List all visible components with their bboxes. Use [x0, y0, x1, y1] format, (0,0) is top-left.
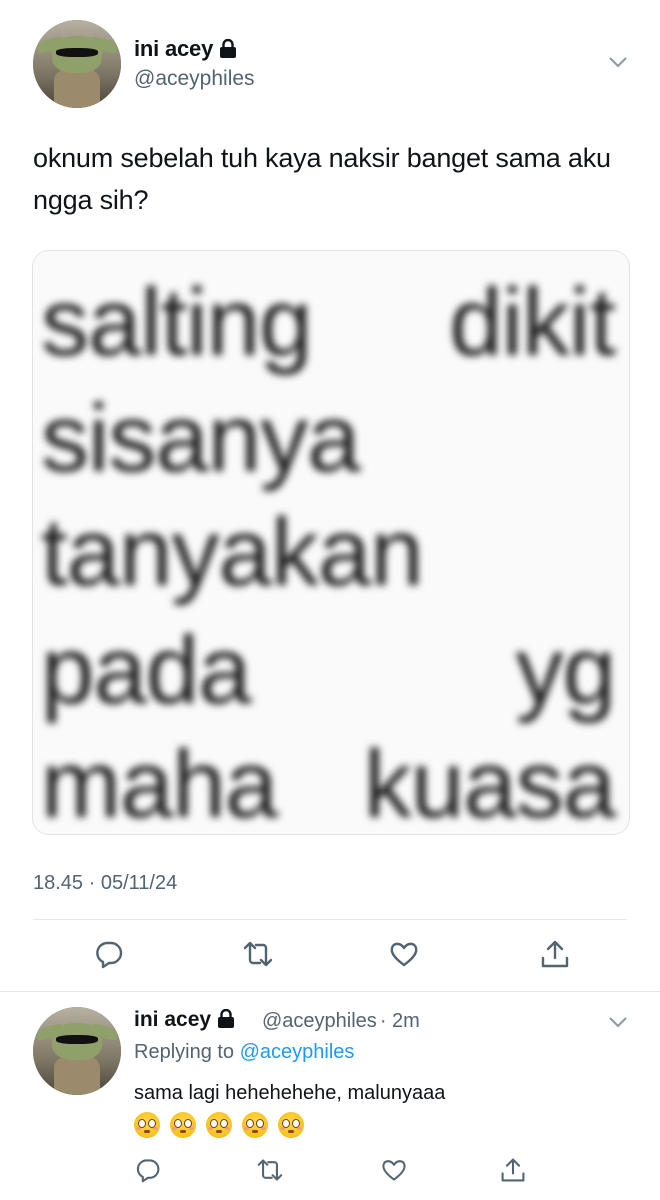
chevron-down-icon[interactable] [608, 1016, 628, 1028]
flushed-face-emoji [134, 1112, 160, 1138]
author-avatar[interactable] [33, 20, 121, 108]
retweet-button[interactable] [257, 1157, 283, 1183]
flushed-face-emoji [170, 1112, 196, 1138]
author-name-row[interactable]: ini acey [134, 36, 237, 62]
meme-word: kuasa [363, 731, 616, 835]
emoji-row [134, 1112, 314, 1138]
meme-word: dikit [449, 269, 616, 376]
meme-word: maha [41, 731, 278, 835]
reply-author-name-row[interactable]: ini acey [134, 1008, 235, 1032]
retweet-icon [257, 1159, 283, 1181]
reply-author-handle[interactable]: @aceyphiles [262, 1010, 377, 1032]
meme-word: sisanya [41, 385, 360, 492]
share-button[interactable] [540, 939, 570, 969]
meme-line: salting dikit [41, 269, 616, 376]
lock-icon [218, 1009, 235, 1028]
reply-icon [96, 941, 123, 969]
meme-word: salting [41, 269, 312, 376]
reply-icon [136, 1159, 160, 1183]
tweet-text: oknum sebelah tuh kaya naksir banget sam… [33, 143, 611, 215]
reply-handle-row[interactable]: @aceyphiles · 2m [262, 1010, 420, 1033]
replying-prefix: Replying to [134, 1041, 235, 1063]
replying-to-link[interactable]: @aceyphiles [240, 1041, 355, 1063]
meme-line: tanyakan [41, 503, 615, 603]
meme-line: maha kuasa [41, 731, 616, 835]
lock-icon [220, 39, 237, 58]
meme-image: salting dikit sisanya tanyakan pada yg maha kua… [33, 251, 629, 835]
reply-age: · 2m [379, 1010, 420, 1032]
like-icon [382, 1160, 406, 1181]
retweet-icon [243, 941, 273, 967]
tweet-timestamp[interactable]: 18.45 · 05/11/24 [33, 872, 177, 895]
reply-text: sama lagi hehehehehe, malunyaaa [134, 1082, 446, 1104]
reply-button[interactable] [135, 1157, 161, 1183]
meme-line: pada yg [41, 617, 616, 724]
like-icon [390, 942, 418, 967]
meme-word: yg [515, 617, 616, 724]
author-name[interactable]: ini acey [134, 36, 213, 61]
author-handle[interactable]: @aceyphiles [134, 67, 255, 91]
tweet-media[interactable]: salting dikit sisanya tanyakan pada yg maha kua… [32, 250, 630, 835]
meme-line: sisanya [41, 389, 615, 489]
meme-word: pada [41, 617, 252, 724]
like-button[interactable] [389, 939, 419, 969]
chevron-down-icon[interactable] [608, 56, 628, 68]
flushed-face-emoji [242, 1112, 268, 1138]
flushed-face-emoji [278, 1112, 304, 1138]
share-icon [501, 1158, 525, 1182]
reply-avatar[interactable] [33, 1007, 121, 1095]
reply-author-name[interactable]: ini acey [134, 1008, 211, 1031]
meme-word: tanyakan [41, 499, 424, 606]
divider [33, 919, 627, 920]
share-icon [541, 940, 569, 968]
retweet-button[interactable] [243, 939, 273, 969]
like-button[interactable] [381, 1157, 407, 1183]
share-button[interactable] [500, 1157, 526, 1183]
flushed-face-emoji [206, 1112, 232, 1138]
divider [0, 991, 660, 992]
replying-to: Replying to @aceyphiles [134, 1041, 354, 1064]
reply-button[interactable] [94, 939, 124, 969]
